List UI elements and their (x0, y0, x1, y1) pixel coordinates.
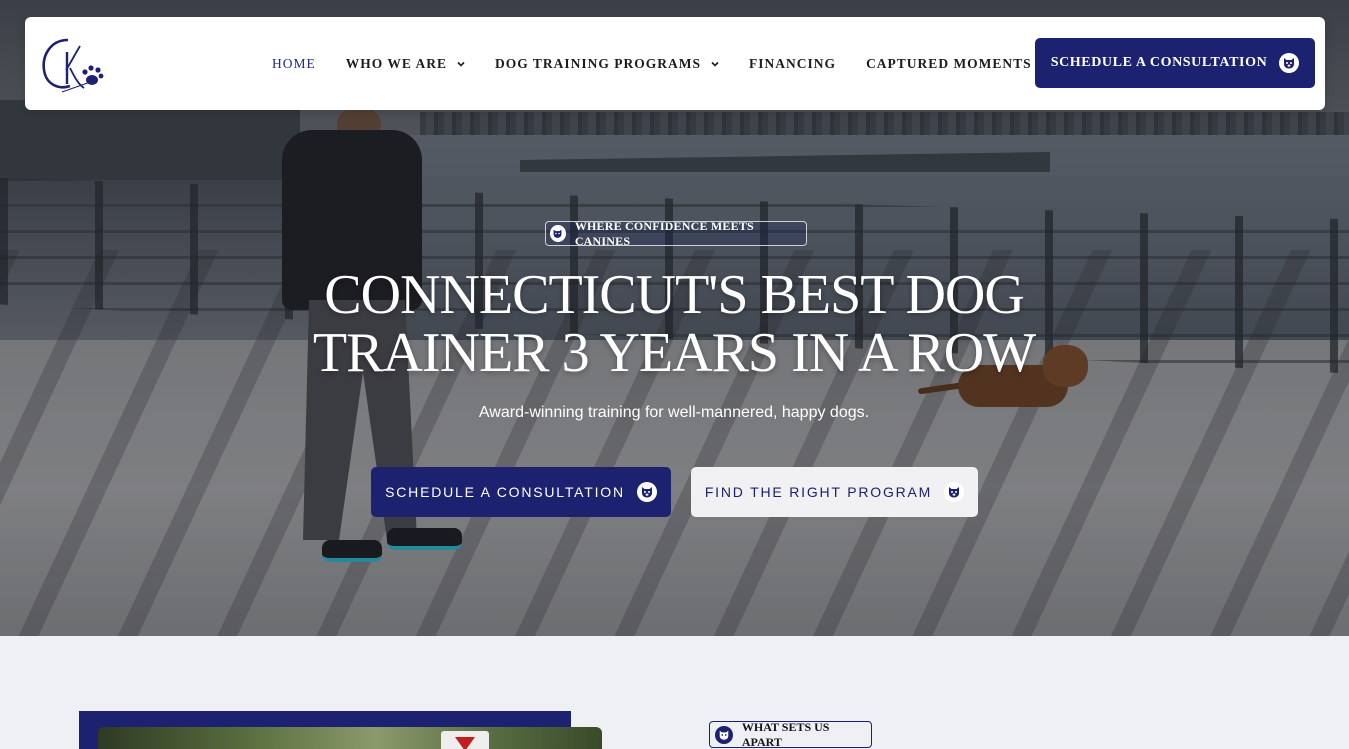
nav-dog-training-programs[interactable]: DOG TRAINING PROGRAMS (495, 56, 719, 72)
what-sets-us-apart-text: WHAT SETS US APART (741, 719, 830, 749)
hero-headline-line1: CONNECTICUT'S BEST DOG (324, 264, 1025, 326)
hero-primary-button-label: SCHEDULE A CONSULTATION (385, 484, 625, 500)
dog-face-icon (636, 482, 657, 502)
header-schedule-consultation-button[interactable]: SCHEDULE A CONSULTATION (1035, 38, 1315, 88)
chevron-down-icon (711, 61, 719, 67)
site-header: HOME WHO WE ARE DOG TRAINING PROGRAMS FI… (25, 17, 1325, 110)
what-sets-us-apart-section: WHAT SETS US APART (0, 636, 1349, 749)
main-navigation: HOME WHO WE ARE DOG TRAINING PROGRAMS FI… (272, 17, 1062, 110)
hero-headline: CONNECTICUT'S BEST DOG TRAINER 3 YEARS I… (274, 266, 1074, 382)
dog-face-icon (550, 225, 566, 242)
nav-home[interactable]: HOME (272, 56, 316, 72)
dog-face-icon (715, 725, 733, 744)
hero-schedule-consultation-button[interactable]: SCHEDULE A CONSULTATION (371, 467, 671, 517)
site-logo[interactable] (40, 34, 106, 94)
section-photo (98, 727, 602, 749)
nav-financing-label: FINANCING (749, 55, 837, 71)
what-sets-us-apart-badge: WHAT SETS US APART (709, 719, 872, 749)
hero-secondary-button-label: FIND THE RIGHT PROGRAM (704, 484, 933, 500)
header-cta-label: SCHEDULE A CONSULTATION (1050, 55, 1268, 70)
hero-subheading: Award-winning training for well-mannered… (478, 404, 870, 421)
hero-headline-line2: TRAINER 3 YEARS IN A ROW (312, 322, 1036, 384)
hero-tagline-text: WHERE CONFIDENCE MEETS CANINES (574, 218, 754, 248)
hero-find-program-button[interactable]: FIND THE RIGHT PROGRAM (691, 467, 978, 517)
ck-paw-logo-icon (42, 38, 104, 93)
nav-captured-moments[interactable]: CAPTURED MOMENTS (866, 56, 1032, 72)
yield-sign-graphic (441, 731, 489, 749)
dog-face-icon (1279, 53, 1300, 73)
hero-tagline-badge: WHERE CONFIDENCE MEETS CANINES (545, 218, 807, 248)
nav-who-we-are-label: WHO WE ARE (345, 55, 448, 71)
nav-financing[interactable]: FINANCING (749, 56, 836, 72)
nav-dog-training-programs-label: DOG TRAINING PROGRAMS (495, 55, 702, 71)
dog-face-icon (944, 482, 965, 502)
nav-home-label: HOME (272, 55, 316, 71)
nav-captured-moments-label: CAPTURED MOMENTS (866, 55, 1032, 71)
chevron-down-icon (457, 61, 465, 67)
nav-who-we-are[interactable]: WHO WE ARE (346, 56, 465, 72)
